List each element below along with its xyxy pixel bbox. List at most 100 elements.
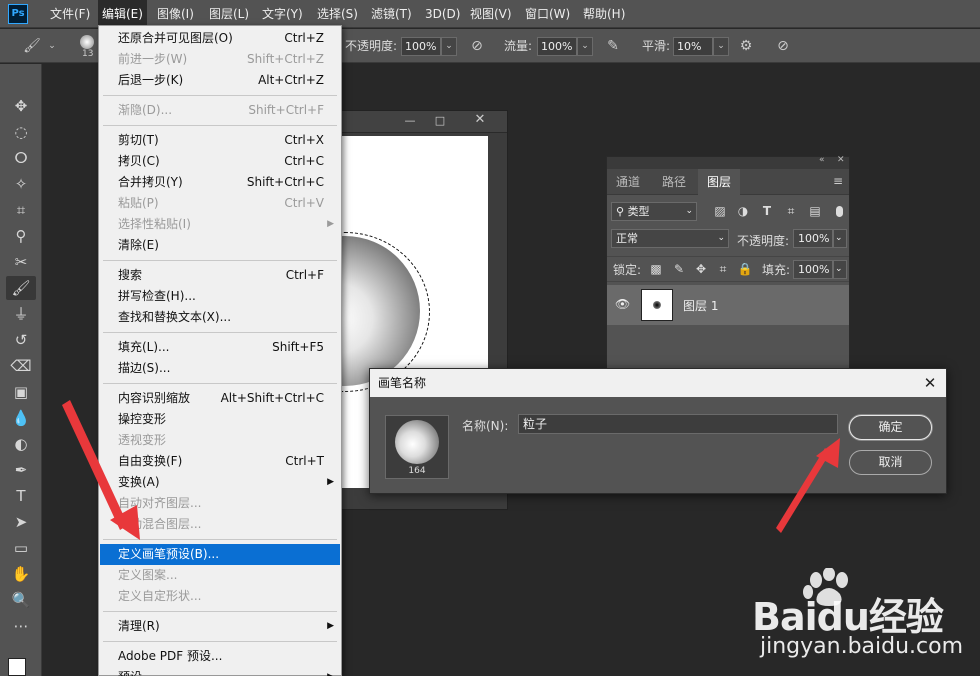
tab-channels[interactable]: 通道 bbox=[607, 169, 649, 195]
edit-menu-item[interactable]: 定义自定形状... bbox=[100, 586, 340, 607]
path-selection-icon[interactable]: ➤ bbox=[6, 510, 36, 534]
adjustment-filter-icon[interactable]: ◑ bbox=[734, 202, 752, 220]
pixel-filter-icon[interactable]: ▨ bbox=[711, 202, 729, 220]
panel-menu-icon[interactable]: ≡ bbox=[833, 174, 843, 188]
healing-brush-icon[interactable]: ✂ bbox=[6, 250, 36, 274]
edit-menu-item[interactable]: 查找和替换文本(X)... bbox=[100, 307, 340, 328]
layer-filter-select[interactable]: ⚲ 类型 ⌄ bbox=[611, 202, 697, 221]
rectangle-tool-icon[interactable]: ▭ bbox=[6, 536, 36, 560]
foreground-color-swatch[interactable] bbox=[8, 658, 26, 676]
pressure-opacity-icon[interactable]: ⊘ bbox=[467, 37, 487, 56]
edit-menu-item[interactable]: 定义画笔预设(B)... bbox=[100, 544, 340, 565]
edit-menu-item[interactable]: 定义图案... bbox=[100, 565, 340, 586]
brush-name-input[interactable]: 粒子 bbox=[518, 414, 838, 434]
edit-menu-item[interactable]: 变换(A) ▶ bbox=[100, 472, 340, 493]
edit-menu-item[interactable]: 前进一步(W) Shift+Ctrl+Z bbox=[100, 49, 340, 70]
gradient-tool-icon[interactable]: ▣ bbox=[6, 380, 36, 404]
lock-artboard-icon[interactable]: ⌗ bbox=[714, 260, 732, 278]
close-icon[interactable]: ✕ bbox=[471, 112, 489, 130]
lasso-tool-icon[interactable]: ⵔ bbox=[6, 146, 36, 170]
edit-menu-item[interactable]: 填充(L)... Shift+F5 bbox=[100, 337, 340, 358]
edit-menu-item[interactable]: 自动对齐图层... bbox=[100, 493, 340, 514]
fill-input[interactable]: 100% bbox=[793, 260, 833, 279]
layer-opacity-input[interactable]: 100% bbox=[793, 229, 833, 248]
edit-menu-item[interactable]: 剪切(T) Ctrl+X bbox=[100, 130, 340, 151]
edit-menu-item[interactable]: 选择性粘贴(I) ▶ bbox=[100, 214, 340, 235]
eraser-tool-icon[interactable]: ⌫ bbox=[6, 354, 36, 378]
menu-select[interactable]: 选择(S) bbox=[313, 0, 362, 28]
chevron-down-icon[interactable]: ⌄ bbox=[833, 229, 847, 248]
zoom-tool-icon[interactable]: 🔍 bbox=[6, 588, 36, 612]
edit-menu-item[interactable]: 还原合并可见图层(O) Ctrl+Z bbox=[100, 28, 340, 49]
eye-icon[interactable]: 👁 bbox=[615, 297, 630, 311]
opacity-input[interactable]: 100% bbox=[401, 37, 441, 56]
lock-all-icon[interactable]: 🔒 bbox=[736, 260, 754, 278]
edit-menu-item[interactable]: 透视变形 bbox=[100, 430, 340, 451]
smart-object-filter-icon[interactable]: ▤ bbox=[806, 202, 824, 220]
edit-menu-item[interactable]: 合并拷贝(Y) Shift+Ctrl+C bbox=[100, 172, 340, 193]
crop-tool-icon[interactable]: ⌗ bbox=[6, 198, 36, 222]
shape-filter-icon[interactable]: ⌗ bbox=[782, 202, 800, 220]
menu-layer[interactable]: 图层(L) bbox=[205, 0, 253, 28]
blend-mode-select[interactable]: 正常 ⌄ bbox=[611, 229, 729, 248]
menu-filter[interactable]: 滤镜(T) bbox=[367, 0, 416, 28]
minimize-icon[interactable]: — bbox=[401, 114, 419, 128]
edit-menu-item[interactable]: 自动混合图层... bbox=[100, 514, 340, 535]
hand-tool-icon[interactable]: ✋ bbox=[6, 562, 36, 586]
brush-tool-icon[interactable]: 🖌 bbox=[6, 276, 36, 300]
more-tools-icon[interactable]: ⋯ bbox=[6, 614, 36, 638]
maximize-icon[interactable]: □ bbox=[431, 114, 449, 128]
menu-edit[interactable]: 编辑(E) bbox=[98, 0, 147, 28]
edit-menu-item[interactable]: 内容识别缩放 Alt+Shift+Ctrl+C bbox=[100, 388, 340, 409]
flow-dropdown[interactable]: ⌄ bbox=[577, 37, 593, 56]
filter-toggle-icon[interactable] bbox=[836, 206, 843, 217]
magic-wand-icon[interactable]: ✧ bbox=[6, 172, 36, 196]
edit-menu-item[interactable]: 操控变形 bbox=[100, 409, 340, 430]
move-tool-icon[interactable]: ✥ bbox=[6, 94, 36, 118]
marquee-tool-icon[interactable]: ◌ bbox=[6, 120, 36, 144]
history-brush-icon[interactable]: ↺ bbox=[6, 328, 36, 352]
brush-preset-icon[interactable] bbox=[80, 35, 94, 49]
edit-menu-item[interactable]: 自由变换(F) Ctrl+T bbox=[100, 451, 340, 472]
pen-tool-icon[interactable]: ✒ bbox=[6, 458, 36, 482]
menu-help[interactable]: 帮助(H) bbox=[579, 0, 629, 28]
edit-menu-item[interactable]: Adobe PDF 预设... bbox=[100, 646, 340, 667]
ok-button[interactable]: 确定 bbox=[849, 415, 932, 440]
eyedropper-icon[interactable]: ⚲ bbox=[6, 224, 36, 248]
edit-menu-item[interactable]: 拷贝(C) Ctrl+C bbox=[100, 151, 340, 172]
tab-layers[interactable]: 图层 bbox=[698, 169, 741, 195]
stamp-tool-icon[interactable]: ⏚ bbox=[6, 302, 36, 326]
layer-row[interactable]: 👁 图层 1 bbox=[607, 285, 849, 325]
menu-file[interactable]: 文件(F) bbox=[46, 0, 94, 28]
edit-menu-item[interactable]: 后退一步(K) Alt+Ctrl+Z bbox=[100, 70, 340, 91]
menu-view[interactable]: 视图(V) bbox=[466, 0, 516, 28]
cancel-button[interactable]: 取消 bbox=[849, 450, 932, 475]
chevron-down-icon[interactable]: ⌄ bbox=[833, 260, 847, 279]
smooth-input[interactable]: 10% bbox=[673, 37, 713, 56]
type-tool-icon[interactable]: T bbox=[6, 484, 36, 508]
tab-paths[interactable]: 路径 bbox=[653, 169, 695, 195]
menu-3d[interactable]: 3D(D) bbox=[421, 0, 464, 28]
close-icon[interactable]: ✕ bbox=[837, 155, 845, 165]
blur-tool-icon[interactable]: 💧 bbox=[6, 406, 36, 430]
lock-pixels-icon[interactable]: ✎ bbox=[670, 260, 688, 278]
close-icon[interactable]: ✕ bbox=[920, 369, 940, 397]
lock-transparency-icon[interactable]: ▩ bbox=[647, 260, 665, 278]
airbrush-icon[interactable]: ✎ bbox=[603, 37, 623, 56]
chevron-down-icon[interactable]: ⌄ bbox=[42, 37, 62, 56]
edit-menu-item[interactable]: 搜索 Ctrl+F bbox=[100, 265, 340, 286]
smooth-dropdown[interactable]: ⌄ bbox=[713, 37, 729, 56]
menu-type[interactable]: 文字(Y) bbox=[258, 0, 307, 28]
edit-menu-item[interactable]: 清理(R) ▶ bbox=[100, 616, 340, 637]
gear-icon[interactable]: ⚙ bbox=[736, 37, 756, 56]
pressure-size-icon[interactable]: ⊘ bbox=[773, 37, 793, 56]
lock-position-icon[interactable]: ✥ bbox=[692, 260, 710, 278]
edit-menu-item[interactable]: 粘贴(P) Ctrl+V bbox=[100, 193, 340, 214]
flow-input[interactable]: 100% bbox=[537, 37, 577, 56]
collapse-icon[interactable]: « bbox=[819, 155, 825, 165]
edit-menu-item[interactable]: 预设 ▶ bbox=[100, 667, 340, 676]
layer-name[interactable]: 图层 1 bbox=[683, 297, 718, 314]
dodge-tool-icon[interactable]: ◐ bbox=[6, 432, 36, 456]
edit-menu-item[interactable]: 描边(S)... bbox=[100, 358, 340, 379]
opacity-dropdown[interactable]: ⌄ bbox=[441, 37, 457, 56]
